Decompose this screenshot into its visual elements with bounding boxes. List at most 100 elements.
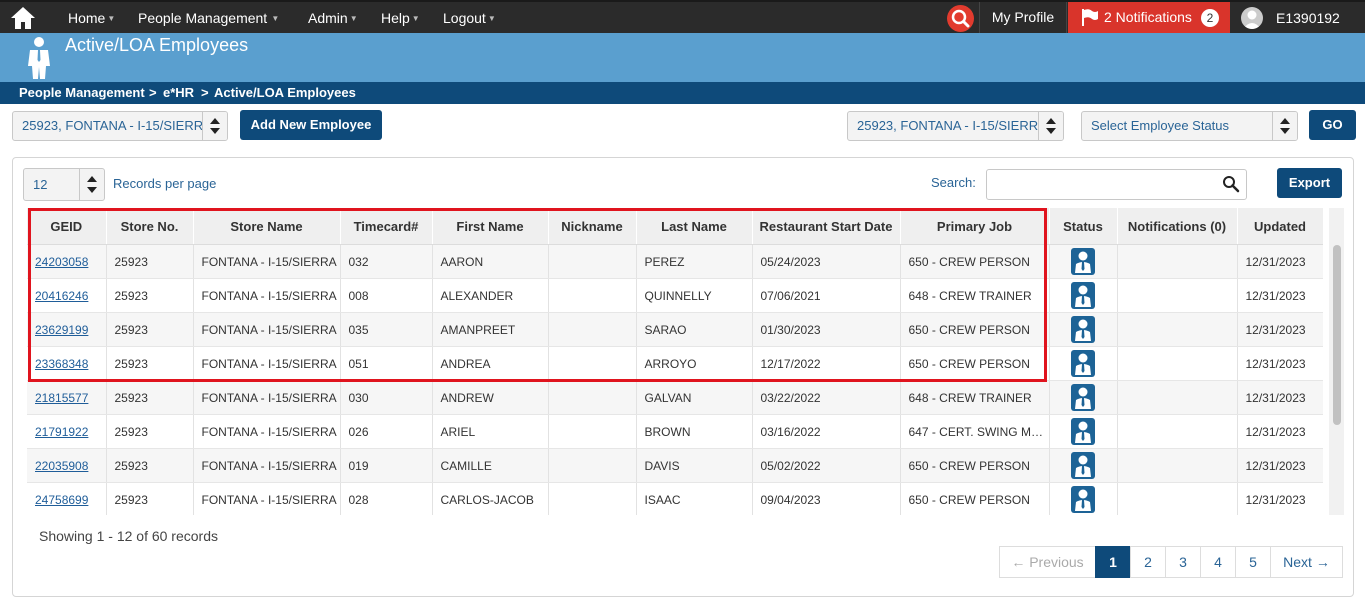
pagination-page-2[interactable]: 2	[1130, 546, 1166, 578]
table-row[interactable]: 21815577 25923 FONTANA - I-15/SIERRA 030 AND…	[27, 380, 1323, 415]
column-header-timecard[interactable]: Timecard#	[340, 208, 433, 245]
geid-link[interactable]: 20416246	[35, 289, 88, 303]
nav-admin[interactable]: Admin ▼	[308, 10, 358, 26]
add-new-employee-button[interactable]: Add New Employee	[240, 110, 382, 140]
cell-notifications	[1117, 414, 1238, 449]
column-header-notifications[interactable]: Notifications (0)	[1117, 208, 1238, 245]
pagination-page-3[interactable]: 3	[1165, 546, 1201, 578]
page-header: Active/LOA Employees	[0, 33, 1365, 82]
records-per-page-select[interactable]: 12	[23, 168, 105, 201]
cell-primary-job: 650 - CREW PERSON	[900, 448, 1050, 483]
records-summary: Showing 1 - 12 of 60 records	[39, 528, 218, 544]
table-row[interactable]: 23629199 25923 FONTANA - I-15/SIERRA 035 AMA…	[27, 312, 1323, 347]
nav-people-management[interactable]: People Management ▼	[138, 10, 279, 26]
nav-logout[interactable]: Logout ▼	[443, 10, 496, 26]
cell-restaurant-start-date: 12/17/2022	[752, 346, 901, 381]
cell-restaurant-start-date: 07/06/2021	[752, 278, 901, 313]
cell-status	[1049, 448, 1118, 483]
cell-status	[1049, 244, 1118, 279]
cell-last-name: GALVAN	[636, 380, 753, 415]
nav-help[interactable]: Help ▼	[381, 10, 420, 26]
geid-link[interactable]: 23368348	[35, 357, 88, 371]
breadcrumb-ehr[interactable]: e*HR	[163, 82, 194, 104]
notifications-button[interactable]: 2 Notifications 2	[1068, 2, 1230, 33]
cell-status	[1049, 482, 1118, 515]
table-row[interactable]: 22035908 25923 FONTANA - I-15/SIERRA 019 CAM…	[27, 448, 1323, 483]
employee-status-icon[interactable]	[1071, 452, 1095, 479]
cell-store-no: 25923	[106, 414, 194, 449]
cell-notifications	[1117, 482, 1238, 515]
select-arrows-icon	[1038, 112, 1063, 140]
geid-link[interactable]: 23629199	[35, 323, 88, 337]
table-header-row: GEID Store No. Store Name Timecard# Firs…	[27, 208, 1323, 245]
cell-store-name: FONTANA - I-15/SIERRA	[193, 312, 341, 347]
geid-link[interactable]: 22035908	[35, 459, 88, 473]
cell-nickname	[548, 482, 637, 515]
store-select-left[interactable]: 25923, FONTANA - I-15/SIERRA	[12, 111, 228, 141]
geid-link[interactable]: 24758699	[35, 493, 88, 507]
geid-link[interactable]: 21815577	[35, 391, 88, 405]
cell-store-no: 25923	[106, 346, 194, 381]
employee-status-icon[interactable]	[1071, 350, 1095, 377]
column-header-primary-job[interactable]: Primary Job	[900, 208, 1050, 245]
cell-updated: 12/31/2023	[1237, 380, 1323, 415]
employee-status-icon[interactable]	[1071, 418, 1095, 445]
column-header-first-name[interactable]: First Name	[432, 208, 549, 245]
pagination-page-1[interactable]: 1	[1095, 546, 1131, 578]
column-header-last-name[interactable]: Last Name	[636, 208, 753, 245]
column-header-nickname[interactable]: Nickname	[548, 208, 637, 245]
employee-status-icon[interactable]	[1071, 316, 1095, 343]
pagination-page-4[interactable]: 4	[1200, 546, 1236, 578]
employee-table: GEID Store No. Store Name Timecard# Firs…	[27, 208, 1323, 515]
caret-down-icon: ▼	[487, 14, 496, 23]
cell-status	[1049, 380, 1118, 415]
cell-store-name: FONTANA - I-15/SIERRA	[193, 482, 341, 515]
cell-timecard: 028	[340, 482, 433, 515]
avatar[interactable]	[1241, 7, 1263, 29]
search-input[interactable]	[986, 169, 1247, 200]
column-header-store-no[interactable]: Store No.	[106, 208, 194, 245]
column-header-store-name[interactable]: Store Name	[193, 208, 341, 245]
employee-status-icon[interactable]	[1071, 248, 1095, 275]
go-button[interactable]: GO	[1309, 110, 1356, 140]
global-search-button[interactable]	[947, 5, 974, 32]
search-icon	[951, 9, 970, 28]
column-header-geid[interactable]: GEID	[27, 208, 107, 245]
home-icon[interactable]	[10, 6, 36, 30]
person-icon	[28, 37, 50, 79]
column-header-status[interactable]: Status	[1049, 208, 1118, 245]
pagination-page-5[interactable]: 5	[1235, 546, 1271, 578]
cell-notifications	[1117, 278, 1238, 313]
cell-timecard: 008	[340, 278, 433, 313]
caret-down-icon: ▼	[107, 14, 116, 23]
search-icon[interactable]	[1222, 175, 1240, 193]
cell-first-name: CARLOS-JACOB	[432, 482, 549, 515]
table-row[interactable]: 24203058 25923 FONTANA - I-15/SIERRA 032 AAR…	[27, 244, 1323, 279]
cell-geid: 24203058	[27, 244, 107, 279]
breadcrumb-people-management[interactable]: People Management	[19, 82, 145, 104]
employee-status-select[interactable]: Select Employee Status	[1081, 111, 1298, 141]
table-row[interactable]: 20416246 25923 FONTANA - I-15/SIERRA 008 ALE…	[27, 278, 1323, 313]
pagination-next[interactable]: Next →	[1270, 546, 1343, 578]
table-row[interactable]: 23368348 25923 FONTANA - I-15/SIERRA 051 AND…	[27, 346, 1323, 381]
pagination-previous[interactable]: ← Previous	[999, 546, 1096, 578]
notifications-count-badge: 2	[1201, 9, 1219, 27]
column-header-updated[interactable]: Updated	[1237, 208, 1323, 245]
table-scrollbar-thumb[interactable]	[1333, 245, 1341, 425]
employee-status-icon[interactable]	[1071, 384, 1095, 411]
user-id[interactable]: E1390192	[1276, 10, 1340, 26]
employee-status-icon[interactable]	[1071, 282, 1095, 309]
store-select-left-value: 25923, FONTANA - I-15/SIERRA	[22, 118, 212, 133]
geid-link[interactable]: 21791922	[35, 425, 88, 439]
cell-first-name: ANDREA	[432, 346, 549, 381]
geid-link[interactable]: 24203058	[35, 255, 88, 269]
table-row[interactable]: 21791922 25923 FONTANA - I-15/SIERRA 026 ARI…	[27, 414, 1323, 449]
caret-down-icon: ▼	[349, 14, 358, 23]
column-header-restaurant-start-date[interactable]: Restaurant Start Date	[752, 208, 901, 245]
table-row[interactable]: 24758699 25923 FONTANA - I-15/SIERRA 028 CAR…	[27, 482, 1323, 515]
nav-home[interactable]: Home ▼	[68, 10, 115, 26]
export-button[interactable]: Export	[1277, 168, 1342, 198]
employee-status-icon[interactable]	[1071, 486, 1095, 513]
my-profile-link[interactable]: My Profile	[979, 2, 1067, 33]
store-select-right[interactable]: 25923, FONTANA - I-15/SIERRA	[847, 111, 1064, 141]
